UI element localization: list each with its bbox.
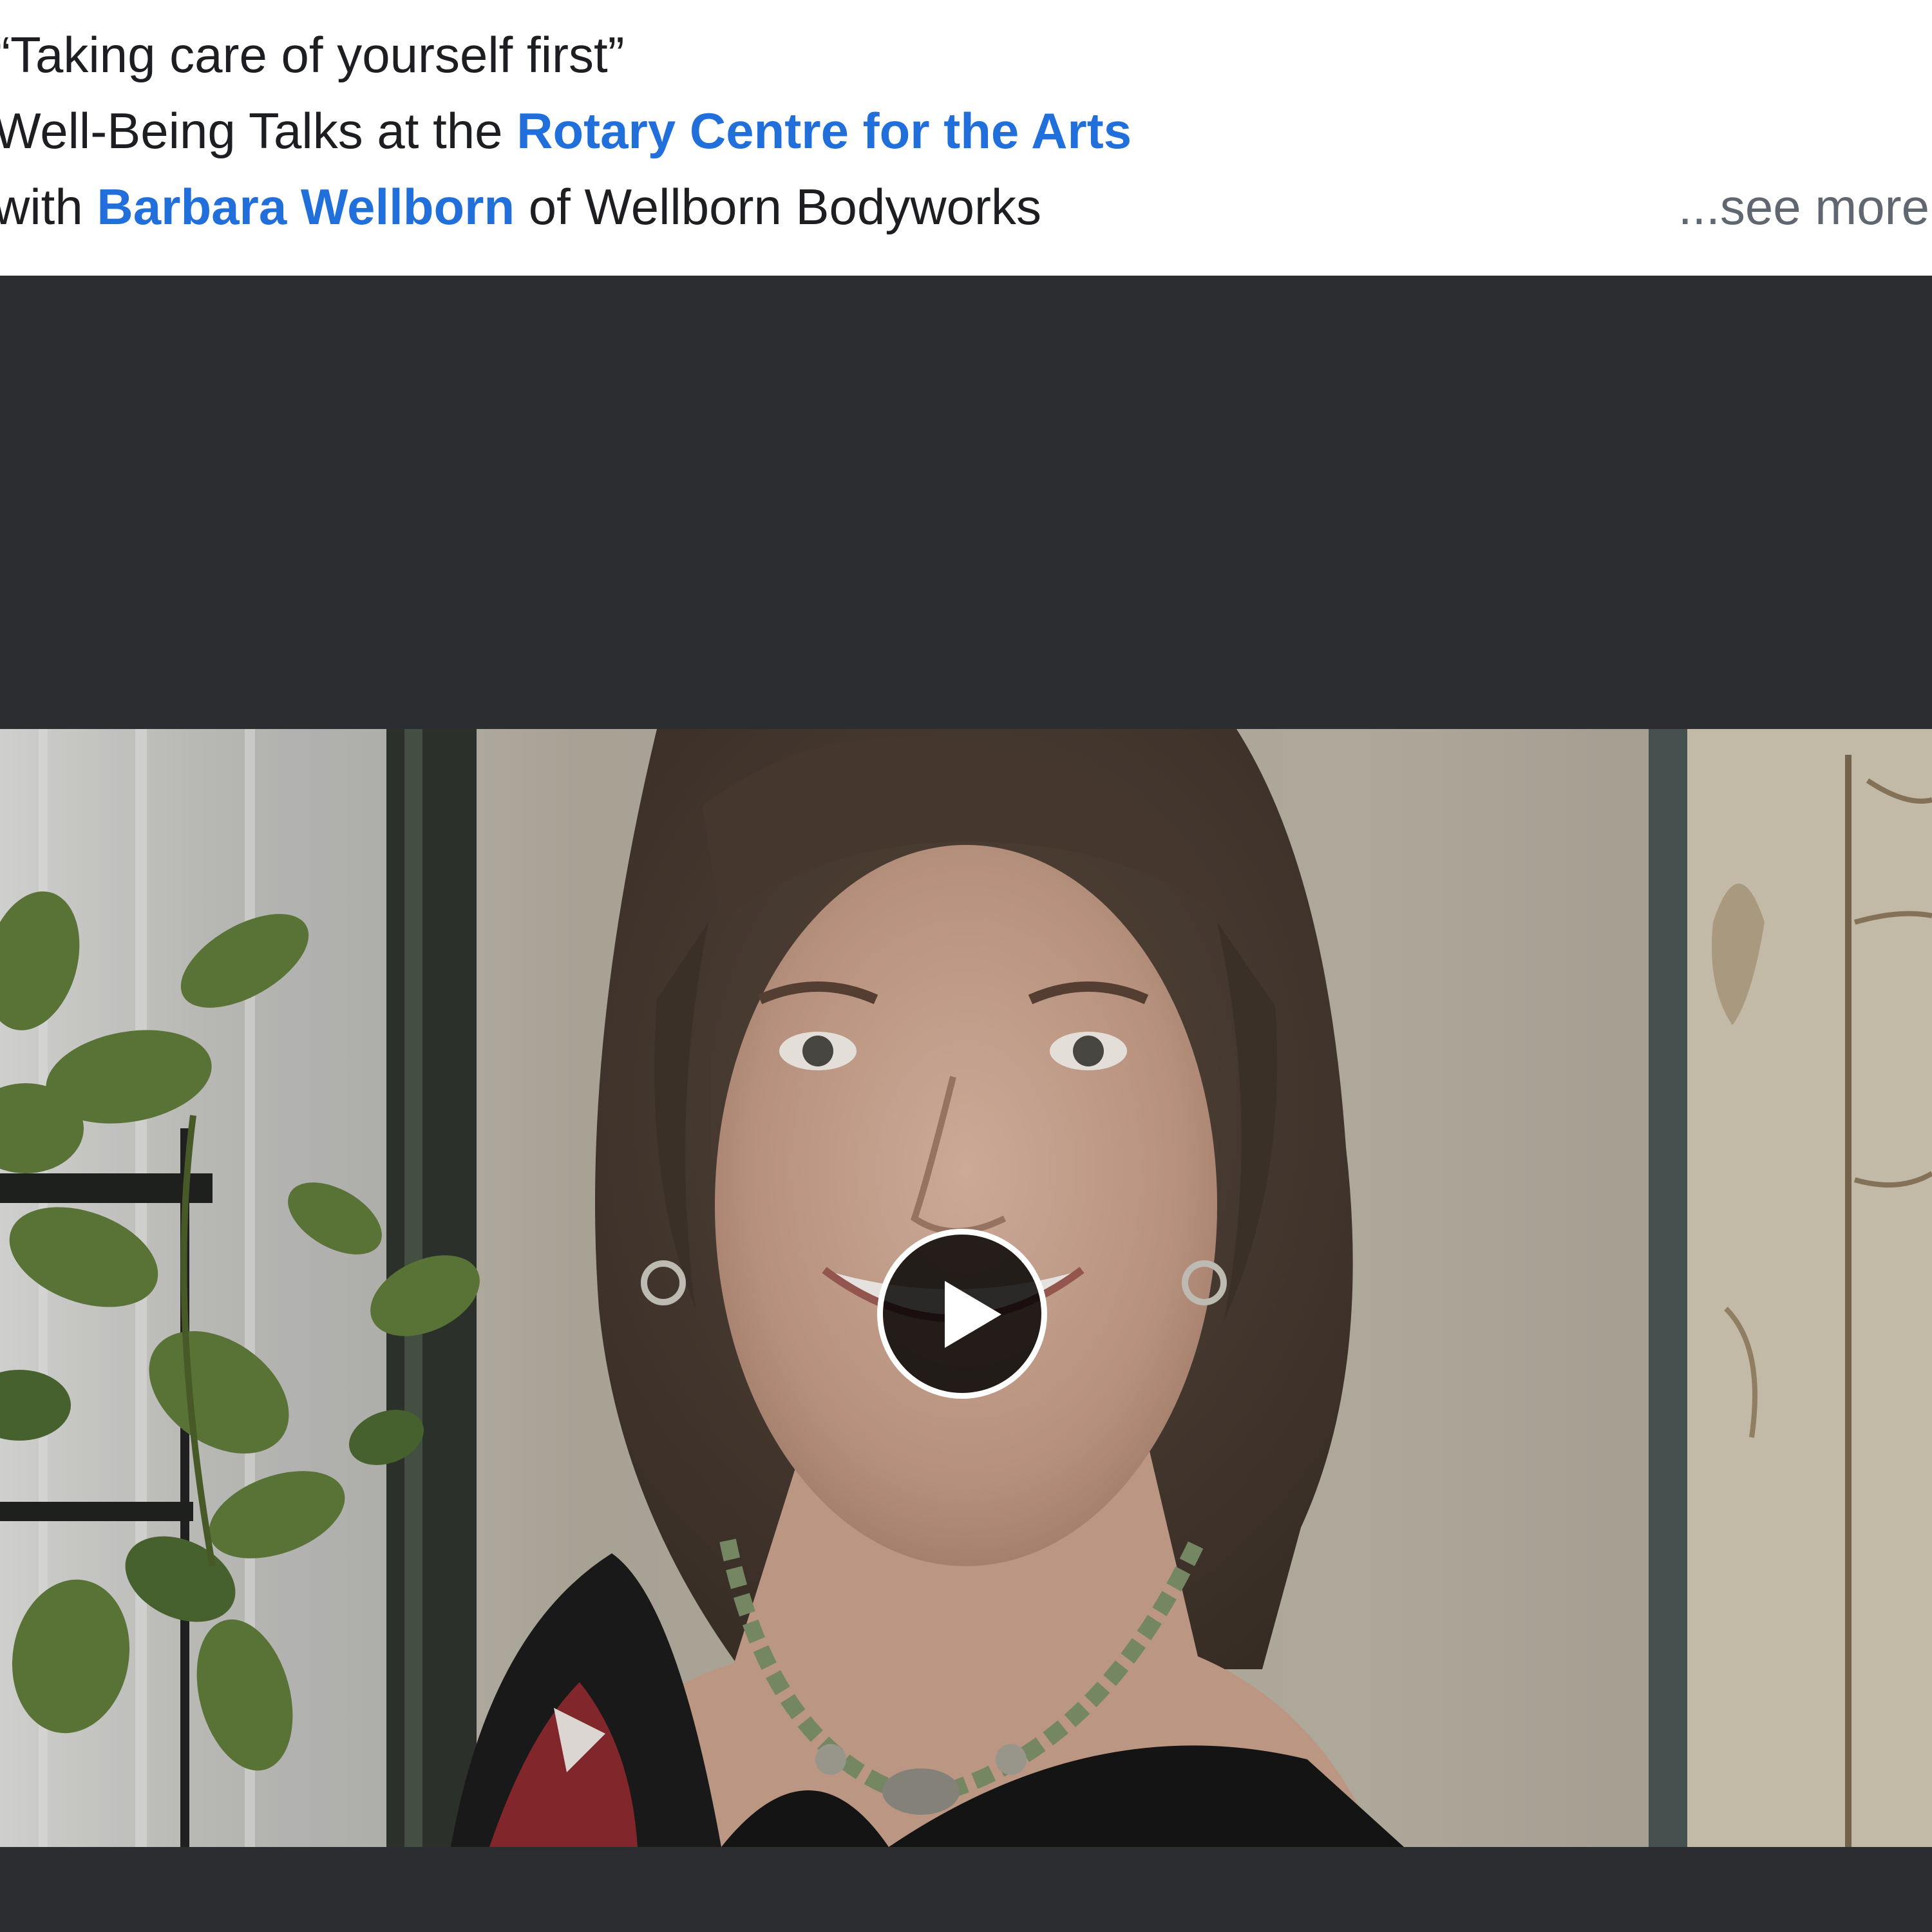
play-icon xyxy=(945,1281,1001,1348)
facebook-post: “Taking care of yourself first” Well-Bei… xyxy=(0,0,1932,1932)
see-more-link[interactable]: ...see more xyxy=(1678,178,1929,236)
caption-presenter-suffix: of Wellborn Bodyworks xyxy=(515,178,1042,235)
post-caption: “Taking care of yourself first” Well-Bei… xyxy=(0,0,1932,276)
play-button[interactable] xyxy=(877,1229,1047,1399)
caption-event-text: Well-Being Talks at the xyxy=(0,102,517,159)
rotary-centre-link[interactable]: Rotary Centre for the Arts xyxy=(516,102,1132,159)
barbara-wellborn-link[interactable]: Barbara Wellborn xyxy=(97,178,515,235)
caption-line-title: “Taking care of yourself first” xyxy=(0,26,625,84)
video-player[interactable] xyxy=(0,276,1932,1932)
caption-presenter-prefix: with xyxy=(0,178,97,235)
caption-line-event: Well-Being Talks at the Rotary Centre fo… xyxy=(0,102,1132,160)
caption-title-text: “Taking care of yourself first” xyxy=(0,26,625,83)
caption-line-presenter: with Barbara Wellborn of Wellborn Bodywo… xyxy=(0,178,1041,236)
video-bottom-letterbox xyxy=(0,1847,1932,1932)
